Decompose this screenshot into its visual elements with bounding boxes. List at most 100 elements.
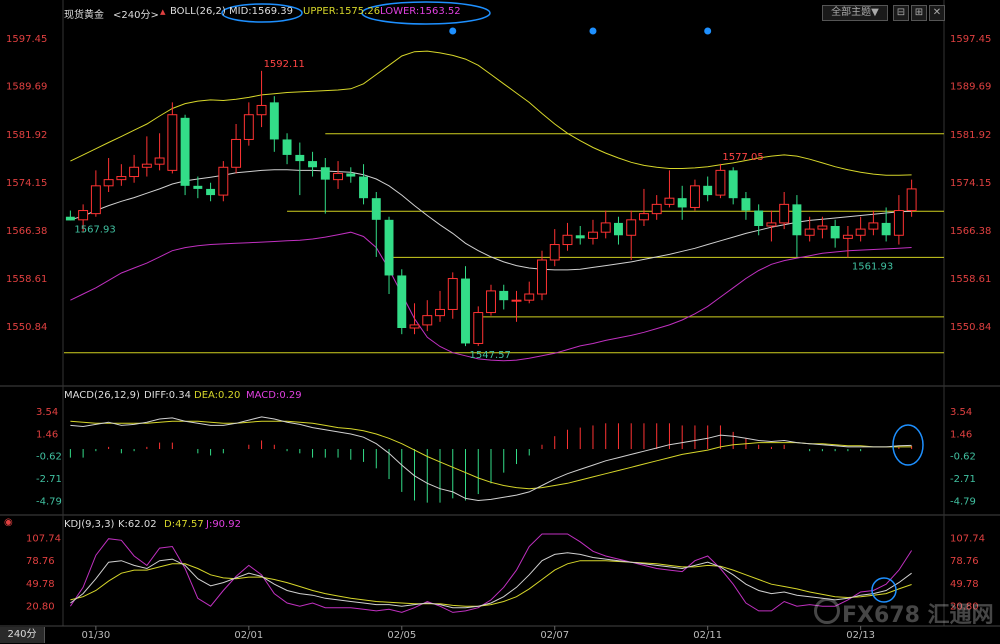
candle-body	[320, 167, 330, 180]
x-tick-label: 02/11	[693, 630, 722, 641]
y-tick-label: 1574.15	[950, 178, 991, 189]
symbol-title: 现货黄金	[64, 10, 104, 21]
price-annotation: 1577.05	[722, 152, 763, 163]
candle-body	[754, 210, 764, 226]
boll-label: BOLL(26,2)	[170, 6, 226, 17]
candle-body	[588, 231, 598, 239]
y-tick-label: 20.80	[26, 602, 55, 613]
candle-body	[792, 204, 802, 236]
y-tick-label: 78.76	[26, 556, 55, 567]
period-label: <240分>	[113, 10, 159, 21]
candle-body	[461, 278, 470, 344]
y-tick-label: -0.62	[950, 452, 976, 463]
highlight-ellipse	[892, 424, 924, 466]
boll-upper-value: UPPER:1575.26	[303, 6, 381, 17]
price-annotation: 1592.11	[264, 59, 305, 70]
y-tick-label: 1550.84	[6, 322, 47, 333]
candle-body	[129, 166, 140, 178]
candle-body	[231, 138, 242, 168]
event-marker	[589, 27, 597, 35]
candle-body	[218, 166, 229, 196]
x-tick-label: 01/30	[81, 630, 110, 641]
y-tick-label: -4.79	[36, 496, 62, 507]
y-tick-label: 1581.92	[950, 130, 991, 141]
candle-body	[830, 226, 840, 239]
price-annotation: 1567.93	[74, 224, 115, 235]
event-marker	[704, 27, 712, 35]
kdj-k-value: K:62.02	[118, 519, 157, 530]
candle-body	[638, 213, 649, 221]
candle-body	[65, 216, 75, 221]
candle-body	[804, 228, 815, 236]
candle-body	[855, 228, 866, 236]
candle-body	[167, 114, 178, 171]
candle-body	[562, 234, 573, 246]
watermark: FX678 汇通网	[842, 603, 994, 628]
candle-body	[817, 225, 828, 230]
candle-body	[524, 293, 535, 301]
candle-body	[664, 197, 675, 205]
candle-body	[180, 117, 190, 186]
y-tick-label: 49.78	[26, 579, 55, 590]
candle-body	[779, 203, 790, 224]
price-annotation: 1561.93	[852, 261, 893, 272]
x-tick-label: 02/05	[387, 630, 416, 641]
close-icon[interactable]: ✕	[929, 5, 945, 21]
macd-diff-value: DIFF:0.34	[144, 390, 192, 401]
window-maximize-icon[interactable]: ⊞	[911, 5, 927, 21]
macd-macd-value: MACD:0.29	[246, 390, 302, 401]
y-tick-label: 1550.84	[950, 322, 991, 333]
candle-body	[893, 210, 904, 236]
y-tick-label: 1566.38	[950, 226, 991, 237]
candle-body	[435, 308, 445, 317]
candle-body	[626, 219, 637, 236]
boll-upper-line	[70, 50, 912, 176]
candle-body	[371, 198, 381, 220]
period-tab[interactable]: 240分	[0, 627, 45, 643]
candle-body	[422, 315, 433, 326]
candle-body	[766, 222, 777, 227]
candle-body	[116, 176, 127, 181]
y-tick-label: 3.54	[36, 407, 58, 418]
candle-body	[282, 139, 292, 155]
y-tick-label: 1574.15	[6, 178, 47, 189]
y-tick-label: 107.74	[26, 533, 61, 544]
chart-canvas[interactable]: 1597.45 1597.45 1589.69 1589.69 1581.92 1581.…	[0, 0, 1000, 644]
candle-body	[447, 278, 458, 310]
price-annotation: 1547.57	[470, 350, 511, 361]
candle-body	[549, 244, 560, 261]
event-marker	[449, 27, 457, 35]
y-tick-label: 1.46	[950, 429, 972, 440]
candle-body	[537, 259, 547, 295]
y-tick-label: -2.71	[950, 474, 976, 485]
y-tick-label: 78.76	[950, 556, 979, 567]
candle-body	[346, 173, 356, 177]
candle-body	[308, 161, 318, 168]
candle-body	[651, 203, 662, 215]
settings-icon[interactable]: ◉	[4, 517, 13, 528]
x-tick-label: 02/13	[846, 630, 875, 641]
candle-body	[78, 210, 89, 221]
theme-menu-button[interactable]: 全部主题▼	[822, 5, 888, 21]
candle-body	[600, 222, 611, 233]
y-tick-label: -2.71	[36, 474, 62, 485]
y-tick-label: 1581.92	[6, 130, 47, 141]
candle-body	[256, 104, 267, 116]
candle-body	[499, 290, 509, 301]
y-tick-label: 49.78	[950, 579, 979, 590]
candle-body	[193, 185, 203, 189]
x-tick-label: 02/01	[234, 630, 263, 641]
window-restore-icon[interactable]: ⊟	[893, 5, 909, 21]
candle-body	[333, 172, 344, 181]
candle-body	[269, 102, 279, 140]
kdj-label: KDJ(9,3,3)	[64, 519, 115, 530]
candle-body	[154, 157, 165, 165]
candle-body	[703, 185, 713, 196]
y-tick-label: 1.46	[36, 429, 58, 440]
candle-body	[359, 176, 368, 199]
candle-body	[473, 312, 484, 344]
y-tick-label: 1597.45	[6, 34, 47, 45]
candle-body	[677, 198, 687, 208]
candle-body	[715, 169, 726, 196]
watermark-logo-icon	[814, 598, 840, 624]
